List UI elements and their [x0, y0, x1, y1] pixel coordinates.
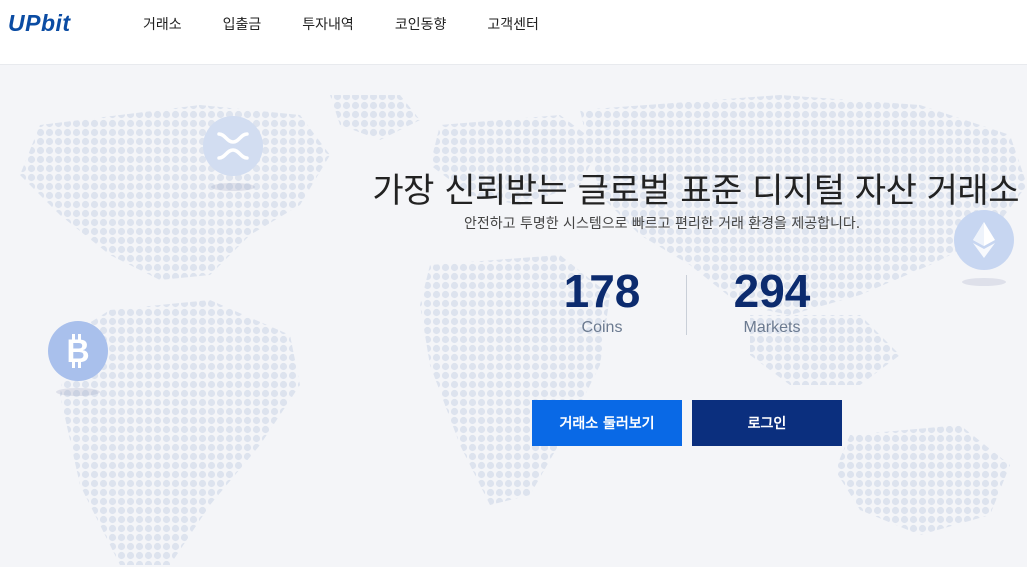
- stat-divider: [686, 275, 687, 335]
- login-button[interactable]: 로그인: [692, 400, 842, 446]
- bitcoin-coin-icon: B: [48, 321, 108, 381]
- world-map-background: [20, 95, 1027, 565]
- markets-stat: 294 Markets: [702, 265, 842, 337]
- nav-deposit-withdraw[interactable]: 입출금: [223, 14, 262, 34]
- nav-customer-center[interactable]: 고객센터: [487, 14, 539, 34]
- upbit-logo[interactable]: UPbit: [8, 10, 71, 37]
- coins-label: Coins: [581, 319, 623, 336]
- markets-label: Markets: [743, 319, 801, 336]
- coins-count: 178: [563, 265, 641, 317]
- nav-investment-history[interactable]: 투자내역: [302, 14, 354, 34]
- ethereum-coin-shadow: [962, 278, 1006, 286]
- bitcoin-coin-shadow: [56, 388, 100, 396]
- hero-section: B 가장 신뢰받는 글로벌 표준 디지털 자산 거래소 안전하고 투명한 시스템…: [0, 65, 1027, 567]
- hero-title: 가장 신뢰받는 글로벌 표준 디지털 자산 거래소: [372, 171, 1019, 211]
- nav-coin-trends[interactable]: 코인동향: [395, 14, 447, 34]
- ethereum-coin-icon: [954, 210, 1014, 270]
- main-nav: 거래소 입출금 투자내역 코인동향 고객센터: [143, 0, 580, 48]
- nav-exchange[interactable]: 거래소: [143, 14, 182, 34]
- ripple-coin-shadow: [211, 183, 255, 191]
- explore-exchange-button[interactable]: 거래소 둘러보기: [532, 400, 682, 446]
- coins-stat: 178 Coins: [532, 265, 672, 337]
- markets-count: 294: [733, 265, 811, 317]
- top-navigation-bar: UPbit 거래소 입출금 투자내역 코인동향 고객센터: [0, 0, 1027, 65]
- ripple-coin-icon: [203, 116, 263, 176]
- hero-subtitle: 안전하고 투명한 시스템으로 빠르고 편리한 거래 환경을 제공합니다.: [464, 216, 861, 232]
